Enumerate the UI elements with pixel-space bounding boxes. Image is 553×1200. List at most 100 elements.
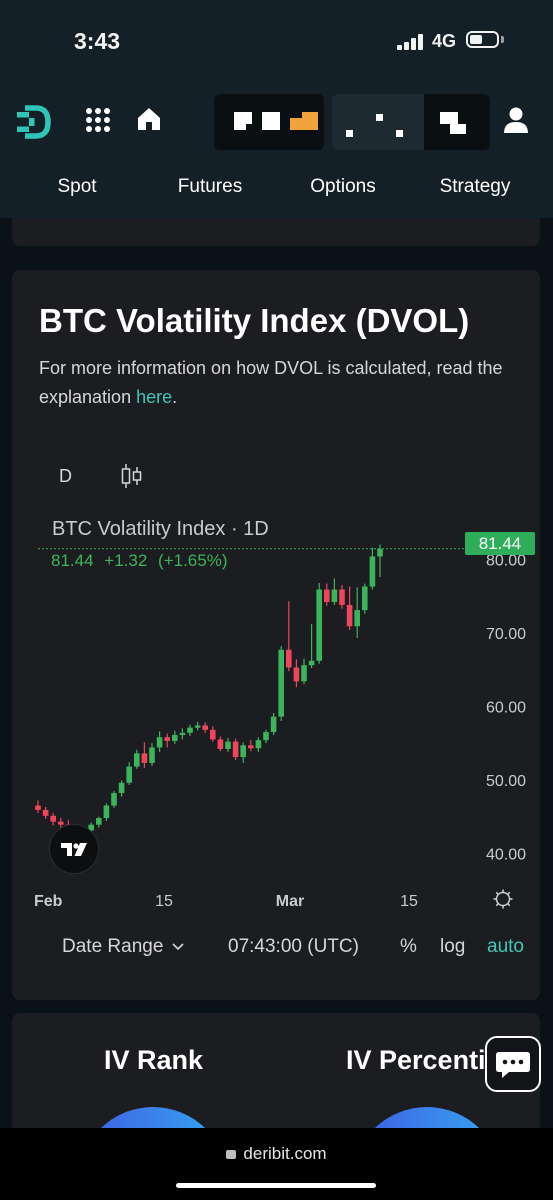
candle <box>346 586 353 630</box>
lock-icon <box>226 1150 237 1159</box>
utc-time[interactable]: 07:43:00 (UTC) <box>228 936 359 958</box>
candles-layer <box>35 544 465 839</box>
redacted-balance-block <box>332 94 490 150</box>
iv-percentile-title: IV Percenti <box>346 1045 486 1075</box>
candle <box>301 658 307 685</box>
candle <box>354 587 360 639</box>
candle <box>232 738 239 760</box>
candle-body <box>278 649 284 717</box>
candle-style-icon[interactable] <box>120 463 144 489</box>
last-price-tag: 81.44 <box>465 532 535 555</box>
x-tick-label: Mar <box>276 893 304 910</box>
tab-strategy[interactable]: Strategy <box>430 176 520 198</box>
date-range-button[interactable]: Date Range <box>62 936 185 958</box>
candle-body <box>308 660 315 666</box>
browser-url-bar[interactable]: deribit.com <box>0 1128 553 1200</box>
candle <box>278 646 284 722</box>
candle-body <box>263 732 269 741</box>
candle-body <box>111 793 117 806</box>
dvol-description-text: For more information on how DVOL is calc… <box>39 358 503 407</box>
y-tick-label: 50.00 <box>486 773 526 790</box>
status-bar: 3:43 4G <box>0 0 553 82</box>
candle <box>103 803 110 821</box>
url-display[interactable]: deribit.com <box>0 1144 553 1164</box>
tab-futures[interactable]: Futures <box>166 176 254 198</box>
candle-body <box>369 556 376 587</box>
x-axis: Feb 15 Mar 15 <box>34 889 513 910</box>
iv-rank-title: IV Rank <box>104 1045 204 1075</box>
redacted-account-block <box>214 94 324 150</box>
candle <box>194 721 201 731</box>
candle <box>324 583 330 606</box>
candle <box>118 780 125 797</box>
candle-body <box>126 766 132 783</box>
home-indicator[interactable] <box>176 1183 376 1188</box>
candle-body <box>156 737 163 748</box>
candle <box>172 730 178 744</box>
chevron-down-icon <box>172 943 184 951</box>
candle <box>255 737 262 752</box>
candle <box>35 800 41 813</box>
candle-body <box>324 589 330 603</box>
tab-spot[interactable]: Spot <box>42 176 112 198</box>
legend-last-value: 81.44 <box>51 551 94 570</box>
candle-body <box>255 740 262 749</box>
deribit-logo-icon[interactable] <box>14 102 54 142</box>
candle-body <box>339 589 345 605</box>
candle <box>263 729 269 744</box>
candle <box>111 790 117 808</box>
date-range-label: Date Range <box>62 936 164 957</box>
user-account-icon[interactable] <box>503 106 529 134</box>
candle <box>225 737 231 752</box>
apps-grid-icon[interactable] <box>86 108 110 132</box>
candle-body <box>377 548 383 557</box>
log-scale-toggle[interactable]: log <box>440 936 465 958</box>
candle <box>202 722 208 733</box>
candle-body <box>331 589 338 603</box>
candle-body <box>118 782 125 794</box>
tab-options[interactable]: Options <box>300 176 386 198</box>
candle-body <box>217 739 224 749</box>
status-time: 3:43 <box>74 28 121 54</box>
app-header: Spot Futures Options Strategy <box>0 82 553 220</box>
candle-body <box>346 604 353 627</box>
candle-body <box>187 727 193 733</box>
previous-card-bottom <box>12 218 540 246</box>
candle-body <box>232 741 239 758</box>
candle-body <box>172 735 178 741</box>
candle-body <box>286 649 292 668</box>
candle-body <box>96 818 102 825</box>
candle-body <box>103 805 110 819</box>
candle <box>210 726 216 742</box>
percent-scale-toggle[interactable]: % <box>400 936 417 958</box>
candle-body <box>240 745 246 758</box>
candle <box>156 731 163 752</box>
candle <box>149 743 155 766</box>
y-tick-label: 70.00 <box>486 626 526 643</box>
x-tick-label: Feb <box>34 893 63 910</box>
candle <box>141 742 148 769</box>
candle <box>217 736 224 752</box>
battery-icon <box>466 31 499 48</box>
candle-body <box>35 805 41 810</box>
candle-body <box>293 667 300 682</box>
auto-scale-toggle[interactable]: auto <box>487 936 524 958</box>
chart-settings-gear-icon[interactable] <box>493 889 513 909</box>
candle-body <box>134 753 140 767</box>
y-tick-label: 40.00 <box>486 846 526 863</box>
dvol-card: BTC Volatility Index (DVOL) For more inf… <box>12 270 540 1000</box>
tradingview-logo-icon[interactable] <box>49 824 99 874</box>
candle-body <box>316 589 322 661</box>
candle <box>286 601 292 672</box>
gear-ring <box>495 891 511 907</box>
candle <box>50 812 56 826</box>
chat-support-button[interactable] <box>485 1036 541 1092</box>
candle-body <box>179 732 186 736</box>
candle <box>42 807 49 819</box>
home-icon[interactable] <box>136 106 162 132</box>
gear-tooth <box>495 891 499 895</box>
gear-tooth <box>495 903 499 907</box>
candle <box>362 583 368 614</box>
dvol-explanation-link[interactable]: here <box>136 387 172 407</box>
interval-selector[interactable]: D <box>59 466 72 487</box>
